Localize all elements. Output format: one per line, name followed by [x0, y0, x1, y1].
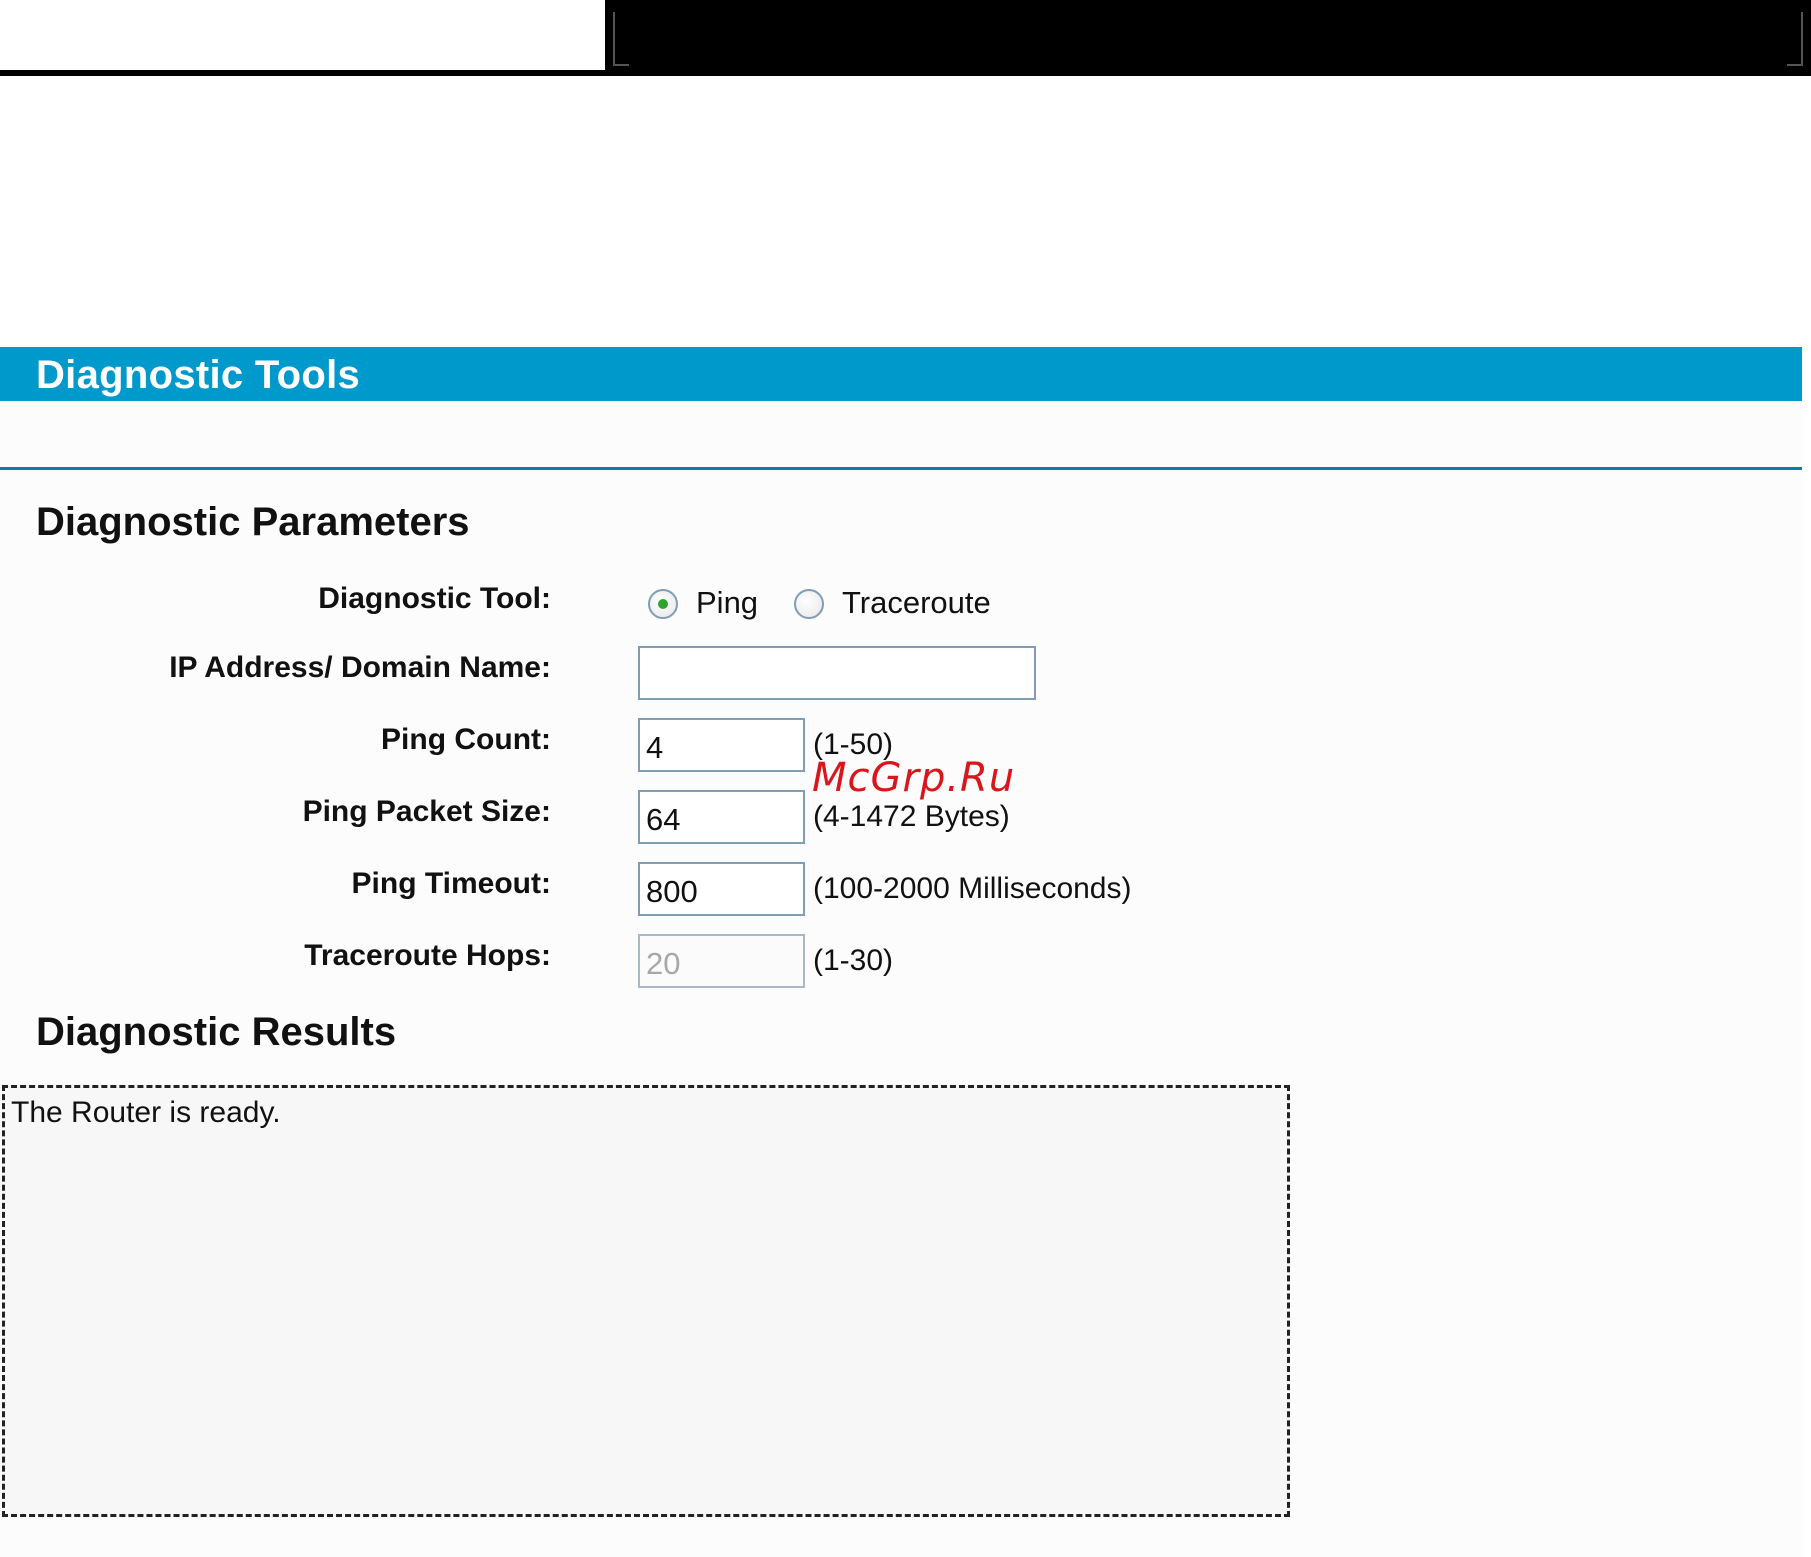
- top-blank-strip: [0, 0, 605, 76]
- ping-packet-size-label: Ping Packet Size:: [302, 795, 551, 828]
- watermark: McGrp.Ru: [812, 755, 1016, 801]
- ping-radio-label[interactable]: Ping: [696, 585, 758, 621]
- ping-radio[interactable]: [648, 589, 678, 619]
- traceroute-hops-label: Traceroute Hops:: [304, 939, 551, 972]
- radio-selected-dot: [658, 599, 668, 609]
- page-header: Diagnostic Tools: [0, 347, 1802, 401]
- ping-packet-size-input[interactable]: 64: [638, 790, 805, 844]
- traceroute-radio[interactable]: [794, 589, 824, 619]
- ip-address-input[interactable]: [638, 646, 1036, 700]
- crop-mark-right: [1787, 12, 1803, 66]
- results-output-area[interactable]: The Router is ready.: [2, 1085, 1290, 1517]
- parameters-section-title: Diagnostic Parameters: [36, 500, 470, 544]
- traceroute-hops-hint: (1-30): [813, 944, 894, 977]
- diagnostic-tool-label: Diagnostic Tool:: [318, 582, 551, 615]
- top-black-bar: [605, 0, 1811, 76]
- page-title: Diagnostic Tools: [36, 353, 361, 397]
- ping-packet-size-hint: (4-1472 Bytes): [813, 800, 1010, 833]
- header-divider: [0, 467, 1802, 470]
- crop-mark-left: [613, 12, 629, 66]
- ping-count-label: Ping Count:: [381, 723, 551, 756]
- results-text: The Router is ready.: [11, 1096, 281, 1129]
- results-section-title: Diagnostic Results: [36, 1010, 397, 1054]
- ping-timeout-label: Ping Timeout:: [351, 867, 551, 900]
- ping-count-input[interactable]: 4: [638, 718, 805, 772]
- ping-timeout-hint: (100-2000 Milliseconds): [813, 872, 1132, 905]
- ping-timeout-input[interactable]: 800: [638, 862, 805, 916]
- traceroute-radio-label[interactable]: Traceroute: [842, 585, 991, 621]
- ip-address-label: IP Address/ Domain Name:: [169, 651, 551, 684]
- traceroute-hops-input[interactable]: 20: [638, 934, 805, 988]
